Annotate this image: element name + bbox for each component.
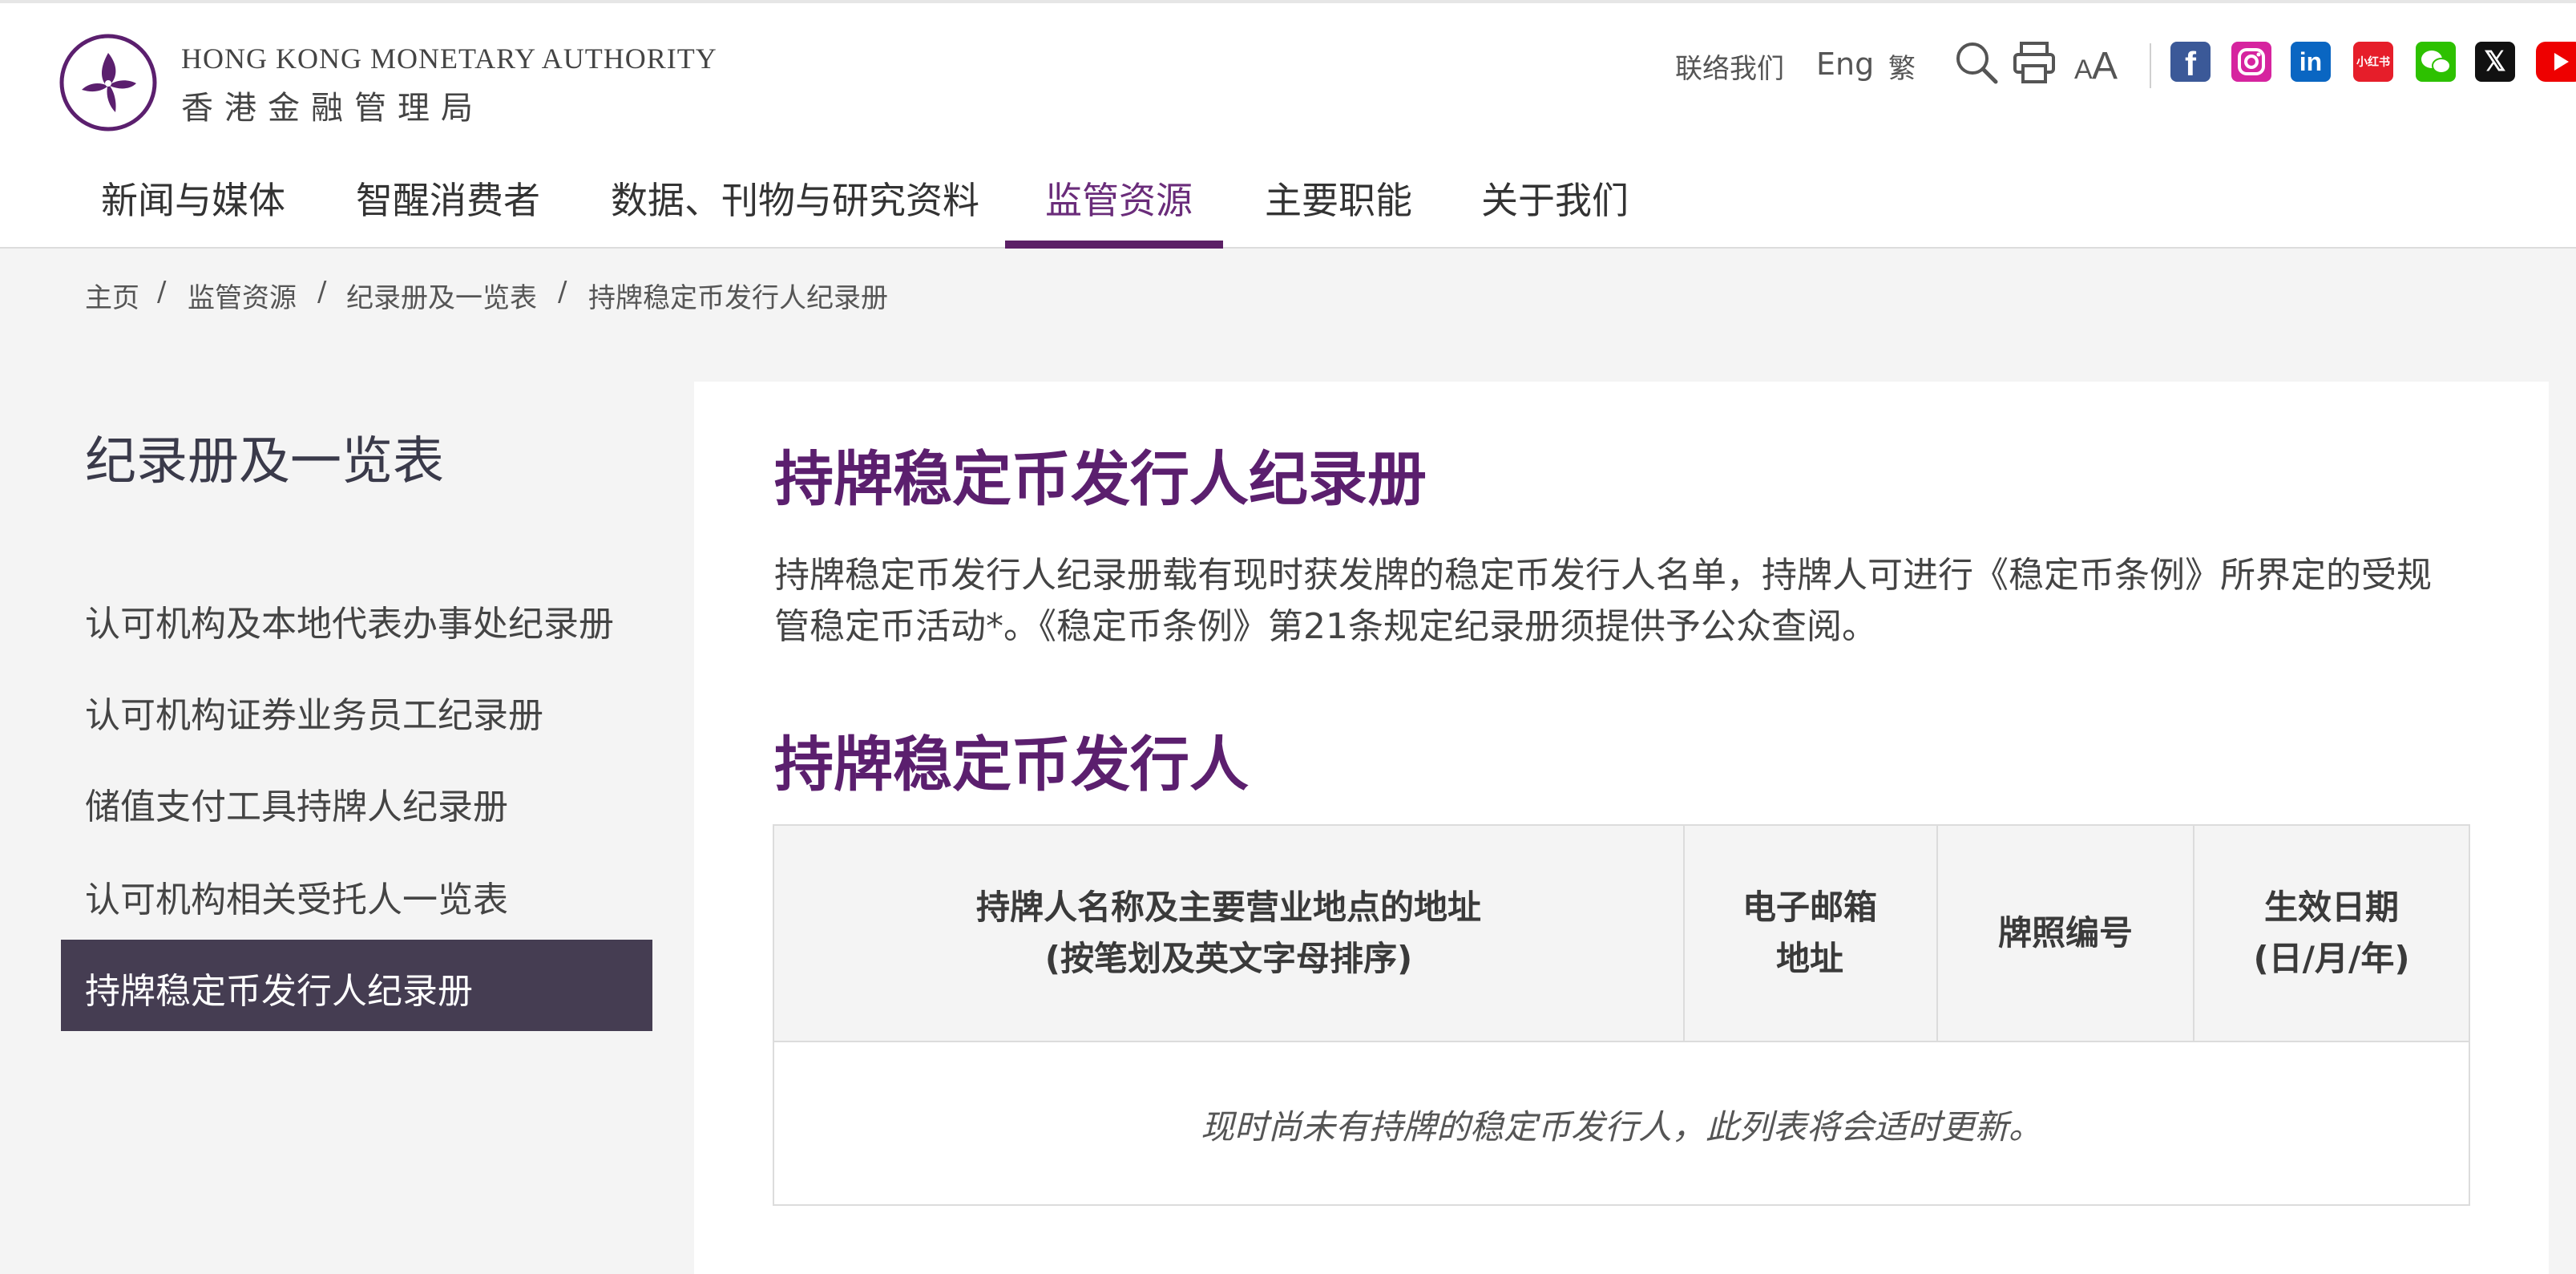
svg-text:A: A (2074, 55, 2093, 85)
breadcrumb-separator: / (317, 276, 327, 308)
breadcrumb-home[interactable]: 主页 (85, 276, 139, 315)
breadcrumb-registers[interactable]: 纪录册及一览表 (346, 276, 537, 315)
x-twitter-icon[interactable]: 𝕏 (2475, 42, 2515, 82)
font-size-icon[interactable]: A A (2074, 38, 2122, 87)
nav-smart-consumers[interactable]: 智醒消费者 (356, 172, 540, 224)
breadcrumb-separator: / (157, 276, 167, 308)
utility-divider (2150, 43, 2151, 88)
column-header-licence-number: 牌照编号 (1997, 913, 2133, 952)
youtube-icon[interactable] (2536, 42, 2576, 82)
svg-text:A: A (2092, 45, 2118, 87)
contact-us-link[interactable]: 联络我们 (1675, 47, 1784, 86)
sidebar-item-stablecoin-issuers[interactable]: 持牌稳定币发行人纪录册 (61, 940, 652, 1031)
facebook-icon[interactable]: f (2170, 42, 2211, 82)
column-header-email: 电子邮箱地址 (1742, 888, 1877, 978)
nav-regulatory-resources[interactable]: 监管资源 (1045, 172, 1193, 224)
nav-data-publications[interactable]: 数据、刊物与研究资料 (611, 172, 979, 224)
sidebar-item-trustees[interactable]: 认可机构相关受托人一览表 (85, 871, 508, 922)
column-header-name-address: 持牌人名称及主要营业地点的地址 (按笔划及英文字母排序) (975, 888, 1481, 978)
nav-active-indicator (1005, 241, 1223, 249)
wechat-icon[interactable] (2416, 42, 2456, 82)
main-content: 持牌稳定币发行人纪录册 持牌稳定币发行人纪录册载有现时获发牌的稳定币发行人名单，… (694, 382, 2549, 1274)
table-empty-message: 现时尚未有持牌的稳定币发行人，此列表将会适时更新。 (1200, 1106, 2042, 1147)
instagram-icon[interactable] (2231, 42, 2271, 82)
column-header-effective-date: 生效日期 (日/月/年) (2253, 888, 2410, 978)
xiaohongshu-icon[interactable]: 小红书 (2353, 42, 2393, 82)
search-icon[interactable] (1952, 38, 2001, 87)
sidebar-item-label: 持牌稳定币发行人纪录册 (85, 971, 473, 1012)
section-title: 持牌稳定币发行人 (774, 730, 1249, 799)
sidebar-item-securities-staff[interactable]: 认可机构证券业务员工纪录册 (85, 686, 543, 738)
sidebar-item-svf-licensees[interactable]: 储值支付工具持牌人纪录册 (85, 778, 508, 829)
nav-about-us[interactable]: 关于我们 (1481, 172, 1629, 224)
column-divider (1683, 826, 1685, 1041)
logo-english-text[interactable]: HONG KONG MONETARY AUTHORITY (181, 42, 717, 75)
print-icon[interactable] (2010, 38, 2058, 87)
hkma-logo-icon[interactable] (59, 34, 157, 131)
sidebar-title: 纪录册及一览表 (85, 432, 444, 491)
language-eng-link[interactable]: Eng (1816, 47, 1874, 82)
site-header: HONG KONG MONETARY AUTHORITY 香港金融管理局 联络我… (0, 0, 2576, 249)
sidebar-item-ai-register[interactable]: 认可机构及本地代表办事处纪录册 (85, 595, 614, 646)
page-title: 持牌稳定币发行人纪录册 (774, 445, 1427, 514)
intro-paragraph: 持牌稳定币发行人纪录册载有现时获发牌的稳定币发行人名单，持牌人可进行《稳定币条例… (774, 555, 2432, 647)
breadcrumb-regulatory-resources[interactable]: 监管资源 (188, 276, 297, 315)
breadcrumb-current: 持牌稳定币发行人纪录册 (588, 282, 888, 314)
nav-news-media[interactable]: 新闻与媒体 (101, 172, 285, 224)
logo-chinese-text[interactable]: 香港金融管理局 (181, 82, 484, 128)
table-header-row: 持牌人名称及主要营业地点的地址 (按笔划及英文字母排序) 电子邮箱地址 牌照编号… (774, 826, 2469, 1042)
licensees-table: 持牌人名称及主要营业地点的地址 (按笔划及英文字母排序) 电子邮箱地址 牌照编号… (773, 824, 2470, 1206)
language-traditional-link[interactable]: 繁 (1888, 47, 1916, 86)
breadcrumb-separator: / (558, 276, 567, 308)
linkedin-icon[interactable]: in (2291, 42, 2331, 82)
nav-key-functions[interactable]: 主要职能 (1265, 172, 1412, 224)
